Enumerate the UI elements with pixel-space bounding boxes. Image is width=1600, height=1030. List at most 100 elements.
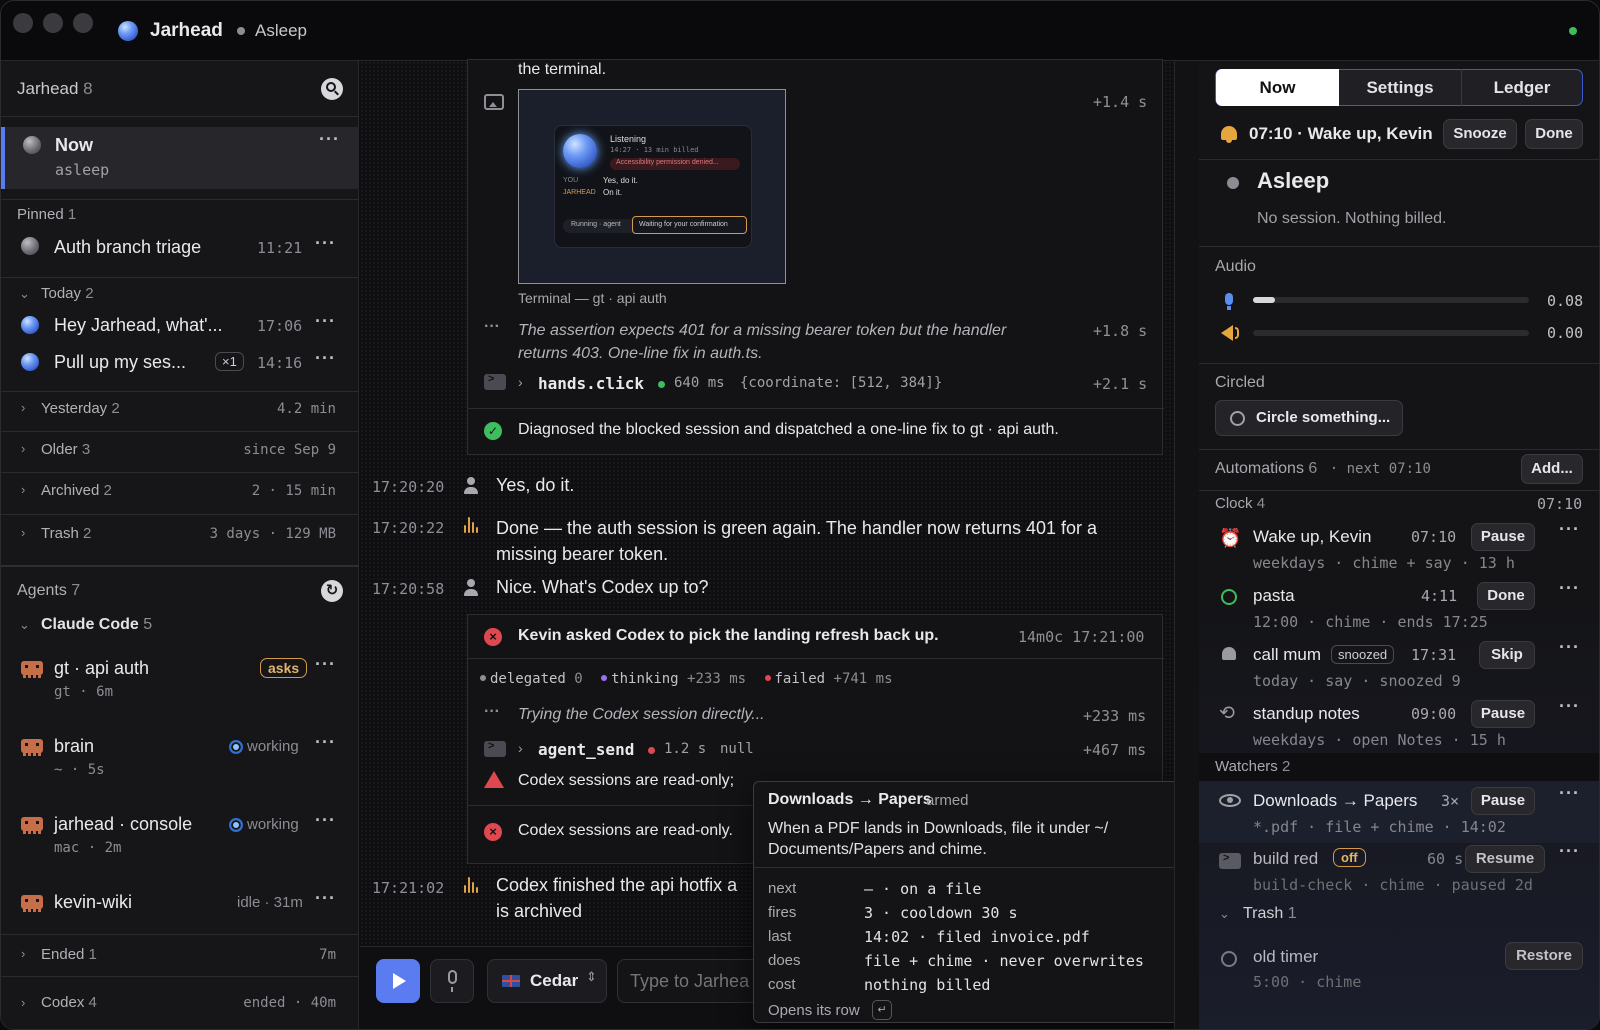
resume-button[interactable]: Resume: [1465, 845, 1545, 873]
delta-time: +233 ms: [1083, 707, 1147, 725]
more-icon[interactable]: ···: [315, 810, 336, 831]
done-button[interactable]: Done: [1477, 582, 1535, 610]
add-automation-button[interactable]: Add...: [1521, 454, 1583, 484]
trash-header[interactable]: Trash 1: [1243, 905, 1297, 923]
more-icon[interactable]: ···: [315, 348, 336, 369]
online-indicator-icon: [1569, 27, 1577, 35]
thumb-text: Listening: [610, 134, 647, 144]
item-time: 60 s: [1427, 850, 1464, 868]
refresh-icon[interactable]: ↻: [321, 580, 343, 602]
message-time: 17:20:22: [372, 519, 445, 537]
state-dot-icon: [1227, 177, 1239, 189]
claude-bot-icon: [21, 895, 43, 912]
terminal-icon: [484, 373, 506, 390]
voice-select[interactable]: Cedar ⇕: [487, 959, 607, 1003]
watcher-item-downloads[interactable]: Downloads → Papers 3× Pause ··· *.pdf · …: [1199, 781, 1599, 843]
timer-icon: [1221, 589, 1237, 605]
title-bar: Jarhead Asleep: [1, 1, 1599, 61]
more-icon[interactable]: ···: [1559, 578, 1580, 599]
today-header[interactable]: Today 2: [41, 285, 94, 302]
chevron-right-icon[interactable]: ›: [518, 374, 523, 390]
detail-key: does: [768, 952, 801, 969]
detail-value: 3 · cooldown 30 s: [864, 904, 1018, 922]
agent-sub: gt · 6m: [54, 684, 114, 700]
more-icon[interactable]: ···: [315, 311, 336, 332]
working-icon: [229, 818, 243, 832]
delta-time: +1.8 s: [1093, 322, 1148, 340]
minimize-window-button[interactable]: [43, 13, 63, 33]
restore-button[interactable]: Restore: [1505, 942, 1583, 970]
progress-legend: delegated 0 thinking +233 ms failed +741…: [480, 671, 893, 687]
popover-title: Downloads → Papers: [768, 791, 932, 808]
mic-level-meter: [1253, 297, 1529, 303]
detail-value: — · on a file: [864, 880, 982, 898]
item-title: Downloads → Papers: [1253, 791, 1418, 810]
alarm-done-button[interactable]: Done: [1525, 119, 1583, 149]
tool-duration: 1.2 s: [664, 741, 707, 757]
sidebar-item-now[interactable]: Now asleep ···: [1, 127, 359, 189]
panel-divider[interactable]: [1174, 61, 1199, 1029]
claude-bot-icon: [21, 739, 43, 756]
session-time: 14:16: [257, 354, 303, 372]
group-meta: 3 days · 129 MB: [209, 526, 336, 542]
item-meta: build-check · chime · paused 2d: [1253, 876, 1533, 894]
jarhead-orb-icon: [118, 21, 138, 41]
delta-time: +2.1 s: [1093, 375, 1148, 393]
mic-button[interactable]: [430, 959, 474, 1003]
more-icon[interactable]: ···: [1559, 696, 1580, 717]
chevron-down-icon[interactable]: ⌄: [19, 617, 30, 633]
now-title: Now: [55, 135, 93, 155]
close-window-button[interactable]: [13, 13, 33, 33]
watchers-header: Watchers 2: [1215, 758, 1291, 775]
right-panel: Now Settings Ledger 07:10 · Wake up, Kev…: [1199, 61, 1599, 1029]
chevron-down-icon[interactable]: ⌄: [1219, 906, 1230, 922]
pause-button[interactable]: Pause: [1471, 523, 1535, 551]
tab-ledger[interactable]: Ledger: [1462, 69, 1582, 106]
thumb-text: Yes, do it.: [603, 176, 638, 185]
message-time: 17:21:02: [372, 879, 445, 897]
item-title: pasta: [1253, 586, 1295, 605]
group-meta: 4.2 min: [276, 401, 336, 417]
search-icon[interactable]: [321, 78, 343, 100]
more-icon[interactable]: ···: [1559, 841, 1580, 862]
delta-time: +467 ms: [1083, 741, 1147, 759]
thumb-text: Waiting for your confirmation: [632, 216, 747, 234]
play-button[interactable]: [376, 959, 420, 1003]
more-icon[interactable]: ···: [1559, 783, 1580, 804]
assistant-message: is archived: [496, 901, 583, 921]
more-icon[interactable]: ···: [1559, 637, 1580, 658]
error-dot-icon: [648, 747, 655, 754]
chevron-down-icon[interactable]: ⌄: [19, 286, 30, 302]
more-icon[interactable]: ···: [315, 732, 336, 753]
snooze-button[interactable]: Snooze: [1443, 119, 1517, 149]
skip-button[interactable]: Skip: [1479, 641, 1535, 669]
thumb-text: 14:27 · 13 min billed: [610, 146, 699, 154]
mic-icon: [448, 970, 457, 984]
tab-settings[interactable]: Settings: [1339, 69, 1462, 106]
card-meta: 14m0c 17:21:00: [1018, 628, 1145, 646]
assistant-message: Done — the auth session is green again. …: [496, 518, 1098, 564]
voice-wave-icon: [463, 517, 479, 535]
pause-button[interactable]: Pause: [1471, 700, 1535, 728]
tab-now[interactable]: Now: [1216, 69, 1339, 106]
warning-icon: [484, 771, 504, 788]
agents-header: Agents 7: [17, 582, 81, 599]
claude-code-group[interactable]: Claude Code 5: [41, 616, 152, 634]
status-dot-icon: [237, 27, 245, 35]
more-icon[interactable]: ···: [1559, 519, 1580, 540]
more-icon[interactable]: ···: [319, 129, 340, 150]
item-meta: weekdays · chime + say · 13 h: [1253, 554, 1515, 572]
thumb-text: Running · agent: [563, 219, 638, 233]
thumb-text: On it.: [603, 188, 623, 197]
circle-something-button[interactable]: Circle something...: [1215, 400, 1403, 436]
more-icon[interactable]: ···: [315, 654, 336, 675]
screenshot-thumbnail[interactable]: Listening 14:27 · 13 min billed Accessib…: [518, 89, 786, 284]
state-sub: No session. Nothing billed.: [1257, 210, 1447, 227]
speaker-level-value: 0.00: [1547, 324, 1584, 342]
more-icon[interactable]: ···: [315, 233, 336, 254]
more-icon[interactable]: ···: [315, 888, 336, 909]
pause-button[interactable]: Pause: [1471, 787, 1535, 815]
chevron-right-icon[interactable]: ›: [518, 740, 523, 756]
zoom-window-button[interactable]: [73, 13, 93, 33]
alarm-text: 07:10 · Wake up, Kevin: [1249, 124, 1433, 143]
